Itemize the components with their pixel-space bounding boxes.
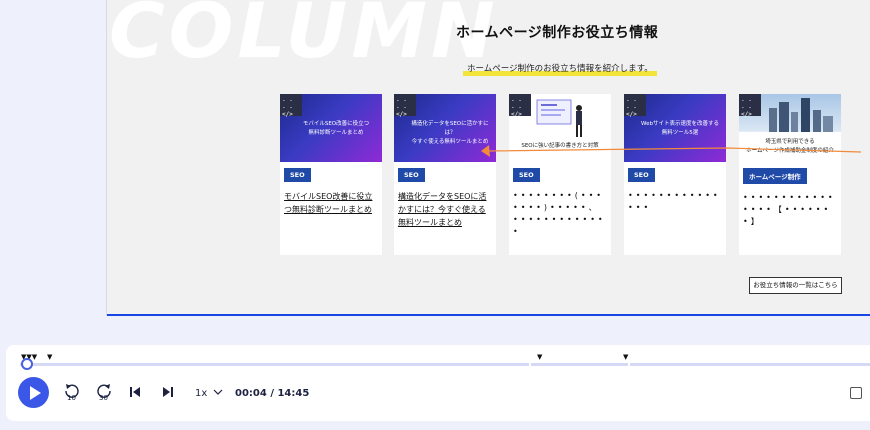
- chevron-down-icon: [214, 389, 223, 395]
- chapter-marker-icon[interactable]: ▼: [623, 353, 628, 361]
- rewind-10-icon: 10: [65, 384, 79, 402]
- checkbox[interactable]: [850, 387, 862, 399]
- next-button[interactable]: [162, 386, 174, 401]
- view-all-button[interactable]: お役立ち情報の一覧はこちら: [749, 277, 842, 294]
- speed-value: 1x: [195, 388, 208, 399]
- footer-band: [107, 314, 870, 316]
- time-display: 00:04 / 14:45: [235, 388, 310, 399]
- forward-label: 30: [99, 394, 108, 402]
- video-player-controls: ▼▼▼ ▼ ▼ ▼ 10 30 1x 00:04 / 14:45: [6, 345, 870, 421]
- play-button[interactable]: [18, 377, 49, 408]
- scrubber-handle[interactable]: [21, 358, 33, 370]
- track-segment-divider: [628, 363, 630, 366]
- playback-speed-select[interactable]: 1x: [195, 388, 223, 399]
- rewind-10-button[interactable]: 10: [63, 383, 81, 406]
- next-icon: [163, 387, 173, 397]
- pointer-arrow-icon: [481, 145, 862, 157]
- chapter-marker-icon[interactable]: ▼: [537, 353, 542, 361]
- chapter-marker-icon[interactable]: ▼: [47, 353, 52, 361]
- rewind-label: 10: [67, 394, 76, 402]
- previous-button[interactable]: [129, 386, 141, 401]
- forward-30-icon: 30: [97, 384, 111, 402]
- progress-track[interactable]: [20, 363, 870, 366]
- previous-icon: [130, 387, 140, 397]
- track-segment-divider: [529, 363, 531, 366]
- recorded-page: COLUMN ホームページ制作お役立ち情報 ホームページ制作のお役立ち情報を紹介…: [106, 0, 870, 316]
- forward-30-button[interactable]: 30: [95, 383, 113, 406]
